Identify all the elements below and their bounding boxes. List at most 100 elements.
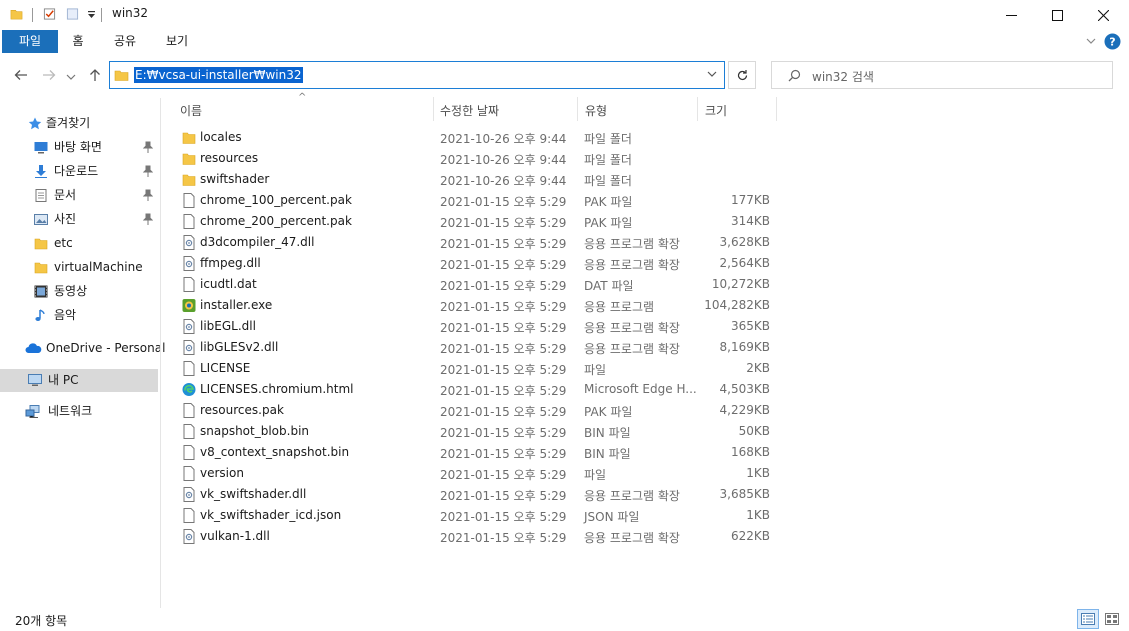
column-separator[interactable] [776,97,777,121]
expand-ribbon-icon[interactable] [1086,38,1096,45]
file-name: chrome_200_percent.pak [200,214,352,228]
details-view-button[interactable] [1077,609,1099,629]
column-header-date[interactable]: 수정한 날짜 [440,102,499,119]
sidebar-item-downloads[interactable]: 다운로드 [0,160,158,183]
file-row[interactable]: ffmpeg.dll 2021-01-15 오후 5:29 응용 프로그램 확장 2,… [170,253,776,274]
file-date: 2021-01-15 오후 5:29 [440,237,567,251]
search-box[interactable]: win32 검색 [771,61,1113,89]
file-icon [182,424,196,439]
file-row[interactable]: installer.exe 2021-01-15 오후 5:29 응용 프로그램 10… [170,295,776,316]
file-name: snapshot_blob.bin [200,424,310,438]
desktop-icon [34,142,48,154]
status-item-count: 20개 항목 [15,614,68,628]
file-row[interactable]: d3dcompiler_47.dll 2021-01-15 오후 5:29 응용 프… [170,232,776,253]
tab-view[interactable]: 보기 [160,30,194,53]
pane-divider[interactable] [160,98,161,608]
file-row[interactable]: version 2021-01-15 오후 5:29 파일 1KB [170,463,776,484]
file-icon [182,403,196,418]
sidebar-item-quick-access[interactable]: 즐겨찾기 [0,112,158,135]
sidebar-item-pictures[interactable]: 사진 [0,208,158,231]
file-date: 2021-01-15 오후 5:29 [440,510,567,524]
dll-icon [182,235,196,250]
chevron-down-icon[interactable] [706,68,718,80]
file-type: 응용 프로그램 확장 [584,258,680,272]
sidebar-item-videos[interactable]: 동영상 [0,280,158,303]
up-button[interactable] [84,64,106,86]
file-size: 2,564KB [719,256,770,270]
recent-locations-button[interactable] [66,70,76,80]
file-name: resources [200,151,259,165]
file-row[interactable]: LICENSES.chromium.html 2021-01-15 오후 5:29… [170,379,776,400]
file-name: LICENSE [200,361,251,375]
sidebar-item-label: 음악 [54,308,77,322]
sidebar-item-label: 바탕 화면 [54,140,102,154]
close-icon [1097,9,1109,21]
file-row[interactable]: LICENSE 2021-01-15 오후 5:29 파일 2KB [170,358,776,379]
minimize-button[interactable] [988,0,1034,30]
sidebar-item-desktop[interactable]: 바탕 화면 [0,136,158,159]
new-folder-icon[interactable] [66,7,79,21]
pictures-icon [34,214,48,225]
back-button[interactable] [10,64,32,86]
file-type: Microsoft Edge H... [584,382,697,396]
file-row[interactable]: locales 2021-10-26 오후 9:44 파일 폴더 [170,127,776,148]
file-row[interactable]: vk_swiftshader_icd.json 2021-01-15 오후 5:2… [170,505,776,526]
details-view-icon [1081,613,1095,625]
close-button[interactable] [1080,0,1126,30]
tab-share[interactable]: 공유 [108,30,142,53]
file-name: vulkan-1.dll [200,529,270,543]
large-icons-view-button[interactable] [1101,609,1123,629]
column-separator[interactable] [433,97,434,121]
file-date: 2021-01-15 오후 5:29 [440,384,567,398]
help-icon[interactable]: ? [1104,33,1121,50]
file-icon [182,277,196,292]
file-row[interactable]: vulkan-1.dll 2021-01-15 오후 5:29 응용 프로그램 확장… [170,526,776,547]
file-name: icudtl.dat [200,277,257,291]
download-icon [35,165,47,178]
address-path[interactable]: E:₩vcsa-ui-installer₩win32 [134,67,303,83]
sidebar-item-onedrive[interactable]: OneDrive - Personal [0,337,165,360]
file-size: 168KB [730,445,770,459]
file-row[interactable]: chrome_100_percent.pak 2021-01-15 오후 5:29… [170,190,776,211]
sidebar-item-etc[interactable]: etc [0,232,158,255]
customize-toolbar-icon[interactable] [87,11,96,19]
address-bar[interactable]: E:₩vcsa-ui-installer₩win32 [109,61,725,89]
sidebar-item-this-pc[interactable]: 내 PC [0,369,158,392]
file-row[interactable]: resources.pak 2021-01-15 오후 5:29 PAK 파일 4,2… [170,400,776,421]
pin-icon [143,189,153,201]
tab-file[interactable]: 파일 [2,30,58,53]
sidebar-item-network[interactable]: 네트워크 [0,400,158,423]
file-name: resources.pak [200,403,284,417]
column-header-size[interactable]: 크기 [705,102,727,119]
file-size: 1KB [746,466,770,480]
file-row[interactable]: resources 2021-10-26 오후 9:44 파일 폴더 [170,148,776,169]
forward-button[interactable] [38,64,60,86]
properties-icon[interactable] [43,7,56,21]
window-title: win32 [112,6,149,20]
file-date: 2021-01-15 오후 5:29 [440,405,567,419]
file-type: JSON 파일 [584,510,640,524]
computer-icon [28,374,42,386]
column-header-name[interactable]: 이름 [180,102,202,119]
file-name: d3dcompiler_47.dll [200,235,315,249]
file-row[interactable]: icudtl.dat 2021-01-15 오후 5:29 DAT 파일 10,272… [170,274,776,295]
column-separator[interactable] [697,97,698,121]
column-header-type[interactable]: 유형 [585,102,607,119]
file-row[interactable]: v8_context_snapshot.bin 2021-01-15 오후 5:2… [170,442,776,463]
file-row[interactable]: snapshot_blob.bin 2021-01-15 오후 5:29 BIN 파… [170,421,776,442]
column-separator[interactable] [577,97,578,121]
large-icons-view-icon [1105,613,1119,625]
file-row[interactable]: libGLESv2.dll 2021-01-15 오후 5:29 응용 프로그램 확… [170,337,776,358]
file-row[interactable]: libEGL.dll 2021-01-15 오후 5:29 응용 프로그램 확장 36… [170,316,776,337]
file-row[interactable]: chrome_200_percent.pak 2021-01-15 오후 5:29… [170,211,776,232]
sidebar-item-documents[interactable]: 문서 [0,184,158,207]
tab-home[interactable]: 홈 [64,30,92,53]
maximize-button[interactable] [1034,0,1080,30]
ribbon: 파일 홈 공유 보기 ? [0,30,1129,53]
refresh-button[interactable] [728,61,756,89]
file-row[interactable]: vk_swiftshader.dll 2021-01-15 오후 5:29 응용 프… [170,484,776,505]
sidebar-item-music[interactable]: 음악 [0,304,158,327]
sidebar-item-virtualmachine[interactable]: virtualMachine [0,256,158,279]
search-input[interactable]: win32 검색 [812,68,874,85]
file-row[interactable]: swiftshader 2021-10-26 오후 9:44 파일 폴더 [170,169,776,190]
